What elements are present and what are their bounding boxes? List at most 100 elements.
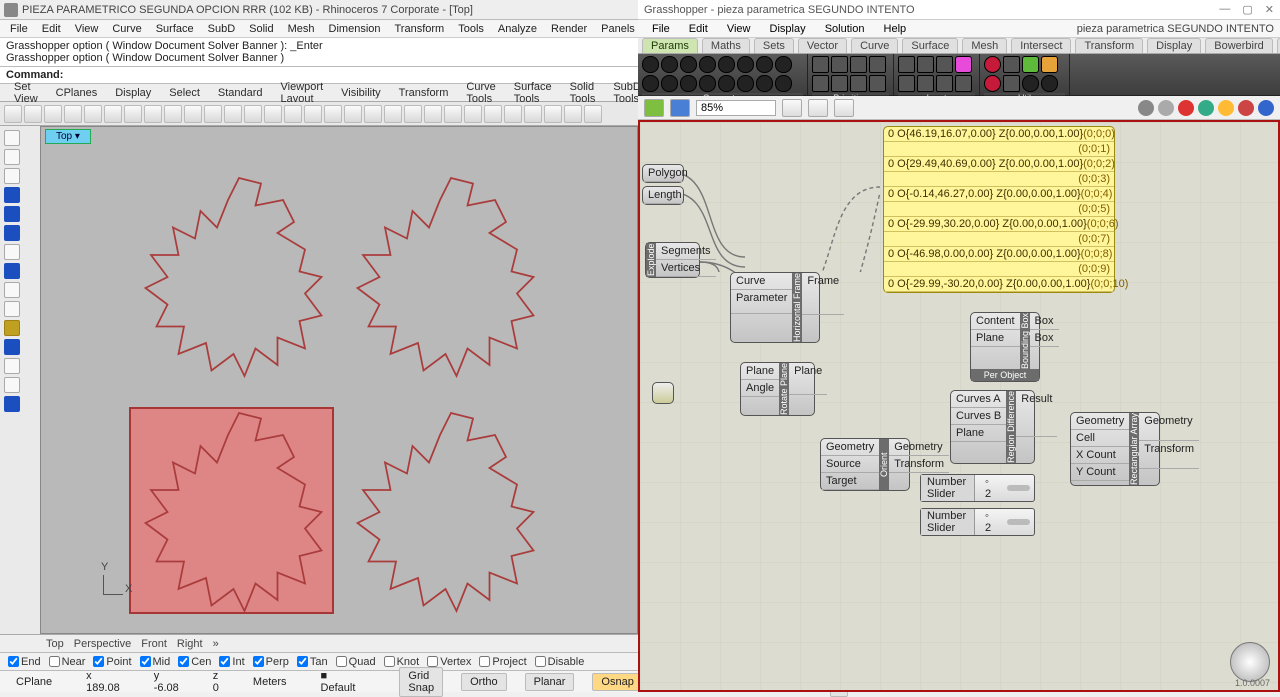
gh-component-tabs[interactable]: Params Maths Sets Vector Curve Surface M… [638,38,1280,54]
side-icon[interactable] [4,149,20,165]
toolcat[interactable]: CPlanes [48,87,106,99]
zoom-input[interactable] [696,100,776,116]
status-gridsnap[interactable]: Grid Snap [399,667,443,697]
osnap-mid[interactable]: Mid [140,656,171,668]
zoom-extents-icon[interactable] [782,99,802,117]
open-file-icon[interactable] [644,99,664,117]
comp-region-difference[interactable]: Curves A Curves B Plane Region Differenc… [950,390,1035,464]
tb-icon[interactable] [264,105,282,123]
tb-icon[interactable] [184,105,202,123]
status-layer[interactable]: ■ Default [313,668,364,696]
menu-solid[interactable]: Solid [243,23,279,35]
status-planar[interactable]: Planar [525,673,575,691]
comp-panel[interactable]: 0 O{46.19,16.07,0.00} Z{0.00,0.00,1.00}(… [883,126,1115,293]
tb-icon[interactable] [124,105,142,123]
comp-port[interactable]: Geometry [821,439,879,456]
osnap-project[interactable]: Project [479,656,526,668]
osnap-vertex[interactable]: Vertex [427,656,471,668]
osnap-disable[interactable]: Disable [535,656,585,668]
comp-rectangular-array[interactable]: Geometry Cell X Count Y Count Rectangula… [1070,412,1160,486]
comp-port[interactable]: Plane [741,363,779,380]
maximize-icon[interactable]: ▢ [1242,3,1252,16]
osnap-perp[interactable]: Perp [253,656,289,668]
osnap-quad[interactable]: Quad [336,656,376,668]
comp-port[interactable]: Geometry [1071,413,1129,430]
comp-port[interactable]: Transform [889,456,949,473]
tb-icon[interactable] [544,105,562,123]
preview-icon[interactable] [808,99,828,117]
gh-tab[interactable]: Curve [851,38,898,53]
gh-tab[interactable]: Bowerbird [1205,38,1273,53]
tb-icon[interactable] [224,105,242,123]
osnap-point[interactable]: Point [93,656,131,668]
comp-port[interactable]: Transform [1139,441,1199,469]
comp-port[interactable]: Curves B [951,408,1006,425]
status-ortho[interactable]: Ortho [461,673,507,691]
wire-icon[interactable] [1158,100,1174,116]
osnap-cen[interactable]: Cen [178,656,211,668]
viewtab-front[interactable]: Front [141,638,167,650]
menu-mesh[interactable]: Mesh [282,23,321,35]
gh-menu-edit[interactable]: Edit [681,23,716,35]
menu-subd[interactable]: SubD [202,23,242,35]
comp-port[interactable]: Box [1030,313,1059,330]
comp-band[interactable]: Per Object [971,369,1039,381]
side-icon[interactable] [4,396,20,412]
comp-port[interactable]: Result [1016,391,1057,437]
number-slider[interactable]: Number Slider ◦ 2 [920,508,1035,536]
comp-port[interactable]: Angle [741,380,779,397]
gh-tab[interactable]: Surface [902,38,958,53]
comp-port[interactable]: Geometry [889,439,949,456]
tb-icon[interactable] [284,105,302,123]
gh-canvas[interactable]: Polygon Length Explode Segments Vertices… [638,120,1280,692]
side-icon[interactable] [4,339,20,355]
tb-icon[interactable] [164,105,182,123]
tb-icon[interactable] [344,105,362,123]
tb-icon[interactable] [464,105,482,123]
rhino-toolbar-tabs[interactable]: Set View CPlanes Display Select Standard… [0,84,638,102]
tb-icon[interactable] [104,105,122,123]
tb-icon[interactable] [204,105,222,123]
toolcat[interactable]: Visibility [333,87,389,99]
gh-tab[interactable]: Maths [702,38,750,53]
tb-icon[interactable] [244,105,262,123]
comp-port[interactable]: Geometry [1139,413,1199,441]
param-length[interactable]: Length [642,186,684,205]
viewtab-perspective[interactable]: Perspective [74,638,131,650]
comp-bounding-box[interactable]: Content Plane Bounding Box Box Box Per O… [970,312,1040,382]
side-icon[interactable] [4,187,20,203]
menu-dimension[interactable]: Dimension [323,23,387,35]
menu-curve[interactable]: Curve [106,23,147,35]
tb-icon[interactable] [24,105,42,123]
gh-menu-view[interactable]: View [719,23,759,35]
tb-icon[interactable] [404,105,422,123]
side-icon[interactable] [4,130,20,146]
viewtab-more-icon[interactable]: » [213,638,219,650]
menu-panels[interactable]: Panels [595,23,641,35]
tb-icon[interactable] [324,105,342,123]
side-icon[interactable] [4,244,20,260]
close-icon[interactable]: ✕ [1265,3,1274,16]
viewtab-top[interactable]: Top [46,638,64,650]
comp-port[interactable]: Plane [789,363,827,395]
tb-icon[interactable] [484,105,502,123]
slider-value[interactable]: ◦ 2 [975,475,1003,501]
gh-tab[interactable]: Vector [798,38,847,53]
side-icon[interactable] [4,358,20,374]
tb-icon[interactable] [524,105,542,123]
gh-tab-params[interactable]: Params [642,38,698,53]
comp-port[interactable]: Curves A [951,391,1006,408]
slider-value[interactable]: ◦ 2 [975,509,1003,535]
side-icon[interactable] [4,282,20,298]
menu-tools[interactable]: Tools [452,23,490,35]
gh-menu-solution[interactable]: Solution [817,23,873,35]
side-icon[interactable] [4,168,20,184]
menu-view[interactable]: View [69,23,105,35]
toolcat[interactable]: Standard [210,87,271,99]
comp-orient[interactable]: Geometry Source Target Orient Geometry T… [820,438,910,491]
menu-edit[interactable]: Edit [36,23,67,35]
side-icon[interactable] [4,377,20,393]
shade-icon[interactable] [1138,100,1154,116]
side-icon[interactable] [4,320,20,336]
comp-port[interactable]: Plane [971,330,1020,347]
